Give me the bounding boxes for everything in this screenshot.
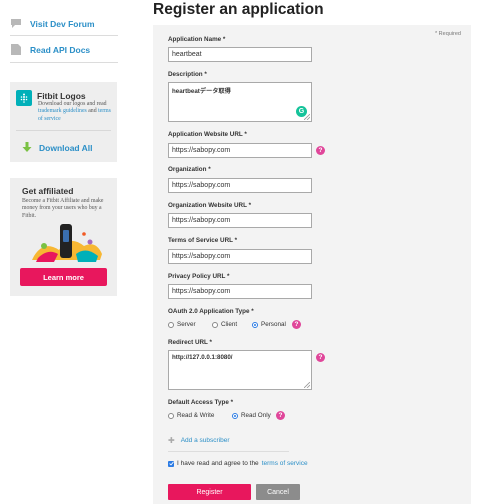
affiliate-description: Become a Fitbit Affiliate and make money… — [22, 198, 104, 219]
radio-label: Personal — [261, 321, 286, 328]
resize-handle-icon[interactable] — [304, 382, 310, 388]
org-website-url-input[interactable]: https://sabopy.com — [168, 213, 312, 228]
add-subscriber-link[interactable]: ✚ Add a subscriber — [168, 436, 229, 445]
org-website-url-label: Organization Website URL * — [168, 202, 252, 209]
logos-desc-and: and — [88, 108, 97, 115]
app-name-input[interactable]: heartbeat — [168, 47, 312, 62]
radio-label: Read Only — [241, 412, 271, 419]
oauth-client-radio[interactable]: Client — [212, 321, 237, 328]
help-icon[interactable]: ? — [276, 411, 285, 420]
website-url-label: Application Website URL * — [168, 131, 247, 138]
register-button[interactable]: Register — [168, 484, 251, 500]
app-name-label: Application Name * — [168, 36, 226, 43]
add-subscriber-label: Add a subscriber — [180, 437, 230, 444]
required-note: * Required — [435, 31, 461, 37]
agree-terms-row: I have read and agree to the terms of se… — [168, 460, 308, 467]
resize-handle-icon[interactable] — [304, 114, 310, 120]
tos-url-input[interactable]: https://sabopy.com — [168, 249, 312, 264]
privacy-url-input[interactable]: https://sabopy.com — [168, 284, 312, 299]
check-icon — [168, 461, 174, 466]
form-divider — [168, 451, 289, 452]
cancel-button[interactable]: Cancel — [256, 484, 300, 500]
radio-button-selected[interactable] — [252, 321, 258, 328]
radio-button[interactable] — [212, 321, 218, 328]
help-icon[interactable]: ? — [316, 146, 325, 155]
logos-desc-text: Download our logos and read — [38, 101, 107, 107]
radio-button[interactable] — [168, 412, 174, 419]
affiliate-box: Get affiliated Become a Fitbit Affiliate… — [10, 178, 117, 296]
oauth-type-label: OAuth 2.0 Application Type * — [168, 308, 254, 315]
sidebar-divider — [10, 62, 118, 63]
privacy-url-label: Privacy Policy URL * — [168, 273, 230, 280]
organization-input[interactable]: https://sabopy.com — [168, 178, 312, 193]
organization-label: Organization * — [168, 166, 211, 173]
access-type-label: Default Access Type * — [168, 399, 234, 406]
download-arrow-icon — [22, 142, 32, 152]
visit-dev-forum-label: Visit Dev Forum — [30, 18, 95, 29]
oauth-personal-radio[interactable]: Personal — [252, 321, 286, 328]
help-icon[interactable]: ? — [292, 320, 301, 329]
website-url-input[interactable]: https://sabopy.com — [168, 143, 312, 158]
radio-label: Server — [177, 321, 196, 328]
download-all-label: Download All — [39, 142, 93, 153]
sidebar-divider — [10, 35, 118, 36]
learn-more-button[interactable]: Learn more — [20, 268, 107, 286]
sidebar: Visit Dev Forum Read API Docs Fitbit Log… — [0, 0, 118, 504]
access-read-write-radio[interactable]: Read & Write — [168, 412, 214, 419]
description-textarea[interactable]: heartbeatデータ取得 — [168, 82, 312, 122]
radio-label: Read & Write — [177, 412, 215, 419]
trademark-guidelines-link[interactable]: trademark guidelines — [38, 108, 87, 114]
logos-divider — [16, 130, 111, 131]
redirect-url-textarea[interactable]: http://127.0.0.1:8080/ — [168, 350, 312, 390]
visit-dev-forum-link[interactable]: Visit Dev Forum — [10, 18, 95, 29]
read-api-docs-link[interactable]: Read API Docs — [10, 44, 90, 55]
document-icon — [10, 44, 22, 55]
fitbit-logos-description: Download our logos and read trademark gu… — [38, 101, 114, 123]
page-title: Register an application — [153, 1, 324, 18]
radio-label: Client — [221, 321, 238, 328]
plus-icon: ✚ — [168, 436, 175, 445]
fitbit-logo-icon — [16, 90, 32, 106]
radio-button[interactable] — [168, 321, 174, 328]
agree-checkbox[interactable] — [168, 460, 174, 467]
affiliate-illustration — [32, 224, 102, 262]
affiliate-title: Get affiliated — [22, 186, 74, 196]
agree-terms-link[interactable]: terms of service — [262, 460, 308, 467]
description-label: Description * — [168, 71, 207, 78]
read-api-docs-label: Read API Docs — [30, 44, 91, 55]
tos-url-label: Terms of Service URL * — [168, 237, 238, 244]
help-icon[interactable]: ? — [316, 353, 325, 362]
radio-button-selected[interactable] — [232, 412, 238, 419]
access-read-only-radio[interactable]: Read Only — [232, 412, 271, 419]
chat-bubble-icon — [10, 18, 22, 29]
download-all-link[interactable]: Download All — [22, 142, 93, 153]
oauth-server-radio[interactable]: Server — [168, 321, 196, 328]
redirect-url-label: Redirect URL * — [168, 339, 212, 346]
agree-text: I have read and agree to the — [177, 460, 259, 467]
